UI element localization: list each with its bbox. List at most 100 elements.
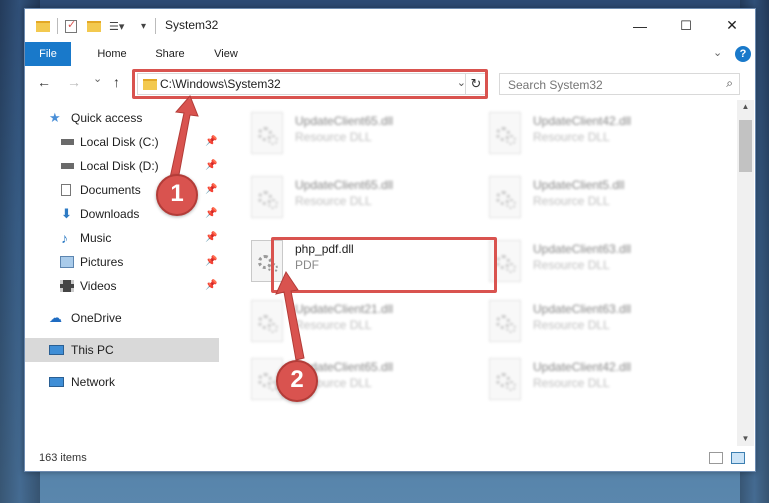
- pin-icon[interactable]: 📌: [205, 250, 217, 274]
- explorer-window: ✓ ☰▾ ▾ System32 — ☐ ✕ File Home Share Vi…: [24, 8, 756, 472]
- tab-share[interactable]: Share: [145, 42, 195, 66]
- search-input[interactable]: [506, 75, 710, 95]
- sidebar-item-local-disk-c[interactable]: Local Disk (C:) 📌: [25, 130, 219, 154]
- sidebar-item-onedrive[interactable]: ☁ OneDrive: [25, 306, 219, 330]
- video-icon: [60, 280, 74, 292]
- sidebar-item-pictures[interactable]: Pictures 📌: [25, 250, 219, 274]
- document-icon: [61, 184, 71, 196]
- sidebar-item-label: This PC: [71, 343, 114, 357]
- tab-home[interactable]: Home: [87, 42, 137, 66]
- file-type: Resource DLL: [533, 376, 610, 390]
- file-item[interactable]: UpdateClient42.dll Resource DLL: [481, 354, 701, 410]
- file-name: UpdateClient5.dll: [533, 178, 625, 192]
- new-folder-icon[interactable]: [87, 18, 101, 34]
- network-icon: [49, 377, 64, 387]
- recent-locations-button[interactable]: ⌄: [93, 72, 102, 85]
- maximize-button[interactable]: ☐: [663, 9, 709, 42]
- dll-file-icon: [489, 176, 521, 218]
- sidebar-item-label: Quick access: [71, 111, 143, 125]
- sidebar-item-quick-access[interactable]: ★ Quick access: [25, 106, 219, 130]
- toolbar-separator: [57, 18, 58, 34]
- toolbar-separator: [155, 18, 156, 34]
- sidebar-item-label: Local Disk (D:): [80, 159, 159, 173]
- search-icon: ⌕: [726, 76, 733, 90]
- sidebar-item-music[interactable]: ♪ Music 📌: [25, 226, 219, 250]
- pin-icon[interactable]: 📌: [205, 178, 217, 202]
- dll-file-icon: [251, 112, 283, 154]
- search-box[interactable]: ⌕: [499, 73, 740, 95]
- pin-icon[interactable]: 📌: [205, 226, 217, 250]
- dll-file-icon: [489, 300, 521, 342]
- pictures-icon: [60, 256, 74, 268]
- sidebar-item-label: Documents: [80, 183, 141, 197]
- file-name: UpdateClient65.dll: [295, 114, 394, 128]
- vertical-scrollbar[interactable]: ▲ ▼: [737, 100, 754, 446]
- forward-button[interactable]: →: [67, 74, 81, 90]
- file-type: Resource DLL: [533, 194, 610, 208]
- sidebar-item-this-pc[interactable]: This PC: [25, 338, 219, 362]
- pin-icon[interactable]: 📌: [205, 130, 217, 154]
- file-item[interactable]: UpdateClient5.dll Resource DLL: [481, 172, 701, 228]
- file-type: Resource DLL: [295, 194, 372, 208]
- up-button[interactable]: ↑: [113, 74, 120, 90]
- address-highlight-box: [132, 69, 488, 99]
- sidebar-item-videos[interactable]: Videos 📌: [25, 274, 219, 298]
- music-icon: ♪: [61, 230, 68, 246]
- dll-file-icon: [251, 300, 283, 342]
- file-name: UpdateClient21.dll: [295, 302, 394, 316]
- file-type: Resource DLL: [533, 130, 610, 144]
- back-button[interactable]: ←: [37, 74, 51, 90]
- file-type: Resource DLL: [295, 130, 372, 144]
- pin-icon[interactable]: 📌: [205, 202, 217, 226]
- step-badge-2: 2: [276, 360, 318, 402]
- sidebar-item-label: Downloads: [80, 207, 140, 221]
- navigation-pane: ★ Quick access Local Disk (C:) 📌 Local D…: [25, 100, 219, 446]
- file-type: Resource DLL: [295, 318, 372, 332]
- sidebar-item-label: Network: [71, 375, 116, 389]
- pin-icon[interactable]: 📌: [205, 274, 217, 298]
- expand-ribbon-icon[interactable]: ⌄: [713, 46, 722, 59]
- dll-file-icon: [251, 176, 283, 218]
- sidebar-item-local-disk-d[interactable]: Local Disk (D:) 📌: [25, 154, 219, 178]
- title-bar: ✓ ☰▾ ▾ System32 — ☐ ✕: [25, 9, 755, 42]
- file-item[interactable]: UpdateClient63.dll Resource DLL: [481, 296, 701, 352]
- sidebar-item-label: Music: [80, 231, 112, 245]
- file-name: UpdateClient63.dll: [533, 242, 632, 256]
- quick-access-dropdown-icon[interactable]: ▾: [141, 18, 146, 34]
- customize-quick-access-icon[interactable]: ☰▾: [109, 18, 124, 34]
- large-icons-view-icon[interactable]: [731, 452, 745, 464]
- step-badge-1: 1: [156, 174, 198, 216]
- file-item[interactable]: UpdateClient65.dll Resource DLL: [243, 108, 463, 164]
- sidebar-item-label: Local Disk (C:): [80, 135, 159, 149]
- file-item[interactable]: UpdateClient63.dll Resource DLL: [481, 236, 701, 292]
- file-item[interactable]: UpdateClient42.dll Resource DLL: [481, 108, 701, 164]
- sidebar-item-label: Videos: [80, 279, 117, 293]
- sidebar-item-label: Pictures: [80, 255, 124, 269]
- tab-view[interactable]: View: [201, 42, 251, 66]
- navigation-bar: ← → ⌄ ↑ C:\Windows\System32 ⌄ ↻ ⌕: [25, 66, 755, 100]
- pin-icon[interactable]: 📌: [205, 154, 217, 178]
- drive-icon: [61, 139, 74, 145]
- status-bar: 163 items: [25, 446, 755, 471]
- cloud-icon: ☁: [49, 310, 62, 325]
- file-name: UpdateClient65.dll: [295, 178, 394, 192]
- file-item[interactable]: UpdateClient65.dll Resource DLL: [243, 172, 463, 228]
- help-icon[interactable]: ?: [735, 46, 751, 62]
- file-type: Resource DLL: [533, 318, 610, 332]
- sidebar-item-label: OneDrive: [71, 311, 122, 325]
- computer-icon: [49, 345, 64, 355]
- file-name: UpdateClient42.dll: [533, 360, 632, 374]
- scroll-down-icon[interactable]: ▼: [737, 432, 754, 446]
- properties-icon[interactable]: ✓: [65, 18, 77, 34]
- ribbon: File Home Share View ⌄ ?: [25, 42, 755, 98]
- item-count: 163 items: [39, 452, 87, 464]
- minimize-button[interactable]: —: [617, 9, 663, 42]
- sidebar-item-network[interactable]: Network: [25, 370, 219, 394]
- scroll-up-icon[interactable]: ▲: [737, 100, 754, 114]
- scrollbar-thumb[interactable]: [739, 120, 752, 172]
- drive-icon: [61, 163, 74, 169]
- close-button[interactable]: ✕: [709, 9, 755, 42]
- details-view-icon[interactable]: [709, 452, 723, 464]
- file-item[interactable]: UpdateClient21.dll Resource DLL: [243, 296, 463, 352]
- window-folder-icon: [36, 18, 50, 34]
